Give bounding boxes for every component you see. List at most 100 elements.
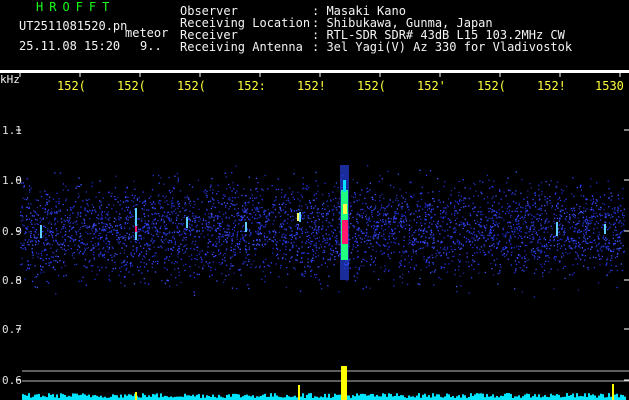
noise-dot [205,220,207,222]
noise-dot [55,201,57,203]
noise-dot [50,262,52,264]
noise-dot [582,225,584,227]
noise-dot [543,263,546,265]
noise-dot [614,257,616,259]
noise-dot [610,214,613,216]
noise-dot [427,192,430,194]
noise-dot [520,211,522,213]
amplitude-bar [556,394,558,400]
noise-dot [573,272,575,274]
noise-dot [237,196,239,198]
noise-dot [237,230,239,233]
noise-dot [443,207,445,209]
noise-dot [35,241,37,243]
noise-dot [423,258,425,260]
noise-dot [400,260,402,262]
noise-dot [353,225,356,227]
noise-dot [248,248,250,250]
noise-dot [212,189,214,191]
noise-dot [312,257,314,259]
noise-dot [103,247,105,249]
noise-dot [216,238,218,240]
amplitude-bar [170,396,172,400]
noise-dot [267,218,270,220]
noise-dot [400,224,402,226]
amplitude-bar [126,395,128,400]
noise-dot [526,236,529,238]
noise-dot [119,213,121,215]
noise-dot [85,199,87,201]
noise-dot [229,205,231,208]
noise-dot [143,237,145,239]
noise-dot [121,247,123,249]
noise-dot [597,282,600,284]
noise-dot [534,201,536,203]
noise-dot [186,195,188,197]
noise-dot [480,214,482,216]
noise-dot [312,231,314,234]
noise-dot [382,214,385,217]
noise-dot [456,217,458,220]
noise-dot [128,216,130,219]
noise-dot [224,234,226,236]
noise-dot [385,221,387,223]
noise-dot [161,216,163,218]
noise-dot [39,205,42,207]
noise-dot [526,260,528,262]
noise-dot [434,269,436,271]
noise-dot [77,230,80,232]
noise-dot [116,232,118,234]
noise-dot [558,220,560,222]
noise-dot [102,255,104,257]
noise-dot [132,274,134,276]
noise-dot [318,240,320,242]
noise-dot [594,223,596,225]
noise-dot [440,242,442,244]
noise-dot [125,263,127,265]
noise-dot [140,229,142,231]
noise-dot [603,245,605,247]
amplitude-bar [464,395,466,400]
noise-dot [572,177,574,179]
noise-dot [610,269,612,271]
noise-dot [313,229,315,231]
noise-dot [553,245,555,247]
amplitude-bar [392,396,394,400]
noise-dot [509,216,512,218]
noise-dot [408,229,411,231]
noise-dot [103,256,105,259]
noise-dot [439,225,441,227]
noise-dot [490,262,492,265]
amplitude-bar [542,396,544,400]
noise-dot [597,250,599,252]
noise-dot [444,263,446,265]
noise-dot [97,238,99,240]
amplitude-bar [116,395,118,400]
noise-dot [472,233,474,235]
amplitude-bar [600,393,602,400]
noise-dot [414,240,416,243]
noise-dot [263,266,266,268]
noise-dot [141,208,143,210]
noise-dot [544,239,547,241]
noise-dot [108,192,110,194]
noise-dot [559,214,561,216]
noise-dot [56,212,58,214]
noise-dot [410,195,412,198]
noise-dot [570,239,573,241]
noise-dot [211,177,213,180]
noise-dot [295,231,298,234]
noise-dot [32,244,34,246]
noise-dot [426,231,428,233]
noise-dot [571,193,573,195]
noise-dot [180,281,182,284]
noise-dot [214,268,217,271]
noise-dot [36,213,38,215]
noise-dot [279,225,281,228]
amplitude-bar [408,395,410,400]
noise-dot [424,206,426,208]
noise-dot [256,222,258,224]
noise-dot [577,231,579,234]
noise-dot [37,256,39,258]
noise-dot [574,239,576,241]
